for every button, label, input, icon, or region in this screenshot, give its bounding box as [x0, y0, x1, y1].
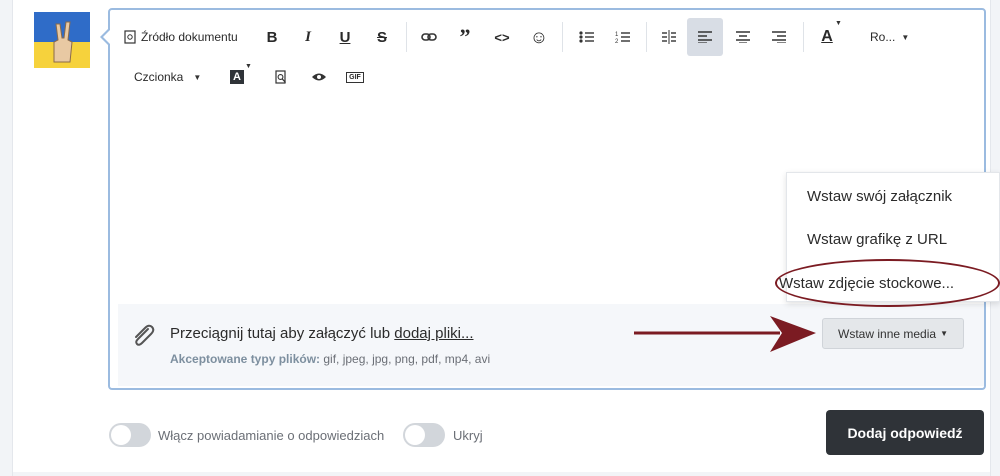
toolbar-separator — [646, 22, 647, 52]
preview-document-button[interactable] — [264, 60, 298, 94]
gif-button[interactable]: GIF — [338, 60, 372, 94]
bullet-list-button[interactable] — [570, 18, 604, 56]
menu-item-insert-attachment[interactable]: Wstaw swój załącznik — [807, 188, 952, 205]
toggle-knob — [111, 425, 131, 445]
toggle-knob — [405, 425, 425, 445]
align-center-button[interactable] — [726, 18, 760, 56]
align-justify-icon — [662, 30, 676, 44]
submit-reply-label: Dodaj odpowiedź — [847, 424, 963, 441]
align-right-icon — [772, 31, 786, 43]
insert-media-button[interactable]: Wstaw inne media ▼ — [822, 318, 964, 349]
accepted-types-label: Akceptowane typy plików: — [170, 352, 321, 366]
menu-item-insert-image-url[interactable]: Wstaw grafikę z URL — [807, 231, 947, 248]
text-color-caret-icon: ▼ — [835, 20, 842, 27]
eye-icon — [312, 73, 326, 81]
link-button[interactable] — [412, 18, 446, 56]
editor-pointer-fill — [103, 30, 110, 44]
preview-document-icon — [275, 70, 286, 84]
strike-button[interactable]: S — [365, 18, 399, 56]
background-color-icon: A — [230, 70, 244, 84]
code-icon: <> — [494, 29, 510, 45]
svg-text:1: 1 — [615, 32, 619, 38]
font-family-label: Czcionka — [134, 70, 184, 84]
dropzone-instruction: Przeciągnij tutaj aby załączyć lub — [170, 325, 395, 342]
underline-icon: U — [339, 28, 351, 46]
hide-toggle-label: Ukryj — [453, 428, 483, 443]
bullet-list-icon — [579, 31, 594, 43]
peace-hand-icon — [53, 21, 73, 63]
accepted-file-types: Akceptowane typy plików: gif, jpeg, jpg,… — [170, 352, 490, 366]
notify-toggle[interactable] — [109, 423, 151, 447]
chevron-down-icon: ▼ — [901, 32, 910, 42]
dropzone-text: Przeciągnij tutaj aby załączyć lub dodaj… — [170, 325, 474, 342]
font-size-label: Ro... — [870, 30, 896, 44]
source-document-icon — [124, 30, 136, 44]
source-label: Źródło dokumentu — [141, 30, 238, 44]
code-button[interactable]: <> — [485, 18, 519, 56]
font-size-dropdown[interactable]: Ro... ▼ — [870, 29, 909, 45]
svg-text:2: 2 — [615, 39, 619, 44]
font-family-dropdown[interactable]: Czcionka ▼ — [134, 68, 201, 86]
bold-button[interactable]: B — [255, 18, 289, 56]
quote-button[interactable]: ” — [448, 18, 482, 56]
preview-button[interactable] — [302, 60, 336, 94]
text-color-icon: A — [821, 28, 833, 45]
link-icon — [421, 33, 437, 41]
toolbar-separator — [803, 22, 804, 52]
align-left-icon — [698, 31, 712, 43]
smilie-icon: ☺ — [529, 26, 549, 47]
underline-button[interactable]: U — [328, 18, 362, 56]
page-bottom-gutter — [13, 472, 990, 476]
hide-toggle[interactable] — [403, 423, 445, 447]
insert-media-label: Wstaw inne media — [838, 326, 937, 341]
submit-reply-button[interactable]: Dodaj odpowiedź — [826, 410, 984, 455]
bold-icon: B — [266, 28, 278, 46]
chevron-down-icon: ▼ — [193, 72, 202, 82]
avatar[interactable] — [34, 12, 90, 68]
smilie-button[interactable]: ☺ — [522, 18, 556, 56]
italic-icon: I — [305, 28, 311, 45]
annotation-arrow-icon — [634, 316, 816, 352]
align-left-button[interactable] — [687, 18, 723, 56]
background-color-caret-icon: ▼ — [245, 63, 252, 70]
source-button[interactable]: Źródło dokumentu — [124, 26, 238, 48]
align-right-button[interactable] — [762, 18, 796, 56]
add-files-link[interactable]: dodaj pliki... — [394, 325, 473, 342]
toolbar-separator — [562, 22, 563, 52]
numbered-list-button[interactable]: 1 2 — [606, 18, 640, 56]
toolbar-separator — [406, 22, 407, 52]
chevron-down-icon: ▼ — [940, 329, 948, 338]
italic-button[interactable]: I — [291, 18, 325, 56]
annotation-highlight-ellipse — [775, 259, 1000, 307]
paperclip-icon — [135, 324, 155, 346]
align-justify-button[interactable] — [652, 18, 686, 56]
accepted-types-list: gif, jpeg, jpg, png, pdf, mp4, avi — [320, 352, 491, 366]
align-center-icon — [736, 31, 750, 43]
notify-toggle-label: Włącz powiadamianie o odpowiedziach — [158, 428, 385, 443]
quote-icon: ” — [459, 24, 471, 49]
gif-icon: GIF — [346, 71, 364, 83]
page-left-gutter — [0, 0, 13, 476]
numbered-list-icon: 1 2 — [615, 32, 630, 44]
strike-icon: S — [376, 28, 387, 46]
